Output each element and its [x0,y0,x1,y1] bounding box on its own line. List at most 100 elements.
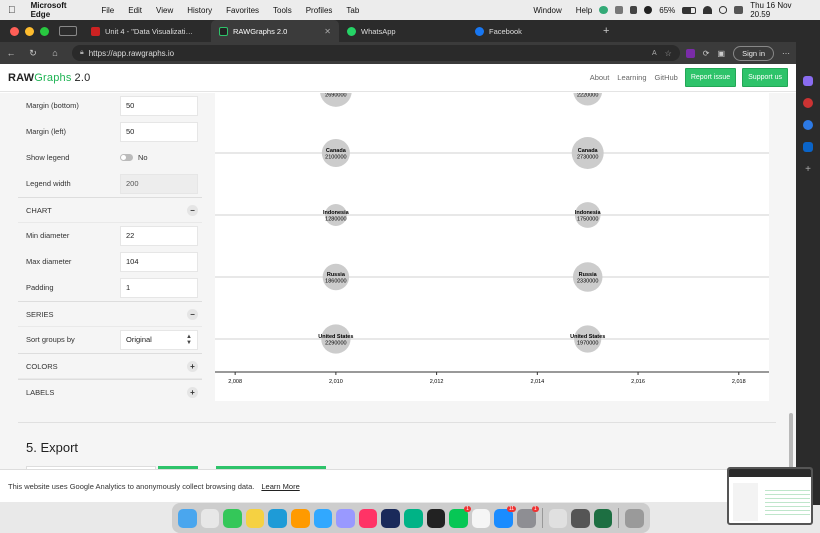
control-center-icon[interactable] [734,6,744,14]
collapse-minus-icon[interactable]: − [187,204,198,216]
tools-icon[interactable] [803,120,813,130]
tab-unit4[interactable]: Unit 4 - "Data Visualization an [83,20,211,42]
bubble-mark[interactable]: Brazil2690000 [319,75,352,107]
collapse-minus-icon[interactable]: − [187,308,198,320]
new-tab-button[interactable]: + [595,25,617,37]
sign-in-button[interactable]: Sign in [733,45,774,61]
menubar-clock[interactable]: Thu 16 Nov 20.59 [750,1,812,19]
indesign-icon[interactable] [358,508,378,528]
terminal-icon[interactable] [426,508,446,528]
nav-github-link[interactable]: GitHub [654,73,679,82]
bubble-mark[interactable]: Indonesia1280000 [323,204,350,226]
tab-facebook[interactable]: Facebook [467,20,595,42]
expand-plus-icon[interactable]: + [187,387,198,398]
box-icon[interactable] [629,6,638,14]
sync-icon[interactable]: ⟳ [703,49,710,58]
back-icon[interactable]: ← [0,48,22,58]
refresh-icon[interactable]: ↻ [22,48,44,59]
feishu-icon[interactable] [404,508,423,528]
read-aloud-icon[interactable]: A [652,50,657,57]
learn-more-link[interactable]: Learn More [261,482,299,491]
section-colors[interactable]: COLORS + [18,353,202,379]
nav-about-link[interactable]: About [589,73,611,82]
appstore-icon[interactable]: 11 [494,505,517,528]
launchpad-icon[interactable] [200,508,220,528]
max-diameter-input[interactable]: 104 [120,251,198,272]
bubble-mark[interactable]: Canada2100000 [321,138,350,168]
monitor-icon[interactable] [571,508,590,528]
rawgraphs-logo[interactable]: RAWGraphs 2.0 [8,72,90,84]
notes-icon[interactable] [245,508,265,528]
home-icon[interactable]: ⌂ [44,48,66,58]
workspaces-icon[interactable] [59,26,77,36]
menu-help[interactable]: Help [569,6,599,15]
section-chart[interactable]: CHART − [18,197,202,223]
drive-icon[interactable] [548,508,568,528]
bubble-mark[interactable]: Russia2330000 [572,262,603,292]
settings-icon[interactable]: 1 [517,505,539,528]
address-bar[interactable]: 🔒︎ https://app.rawgraphs.io A ☆ [72,45,680,61]
apple-menu-icon[interactable]:  [0,5,24,16]
more-options-icon[interactable]: ⋯ [782,49,790,58]
minimize-window-icon[interactable] [25,26,34,36]
menu-file[interactable]: File [94,6,121,15]
status-app-icon[interactable] [599,6,608,14]
show-legend-toggle[interactable] [120,154,133,161]
legend-width-input[interactable]: 200 [120,173,198,194]
wifi-icon[interactable] [702,6,712,14]
menu-profiles[interactable]: Profiles [299,6,340,15]
menu-edit[interactable]: Edit [121,6,149,15]
support-us-button[interactable]: Support us [742,68,788,87]
page-scrollbar[interactable] [789,413,793,469]
finder-icon[interactable] [177,508,197,528]
bubble-mark[interactable]: United States2290000 [318,324,353,354]
menu-window[interactable]: Window [526,6,568,15]
aftereffects-icon[interactable] [336,508,355,528]
line-icon[interactable]: 1 [449,505,471,528]
menu-favorites[interactable]: Favorites [219,6,266,15]
search-icon[interactable] [718,6,728,14]
illustrator-icon[interactable] [290,508,310,528]
menu-tools[interactable]: Tools [266,6,299,15]
collections-icon[interactable]: ▣ [718,49,726,58]
padding-input[interactable]: 1 [120,277,198,298]
tab-rawgraphs[interactable]: RAWGraphs 2.0 ✕ [211,20,339,42]
trash-icon[interactable] [625,508,645,528]
maximize-window-icon[interactable] [40,26,49,36]
clock-icon[interactable] [471,508,491,528]
shopping-icon[interactable] [803,98,813,108]
play-icon[interactable] [644,6,653,14]
sort-groups-select[interactable]: Original ▲ ▼ [120,329,198,350]
add-sidebar-icon[interactable]: + [803,164,813,175]
screenshot-thumbnail[interactable] [727,467,813,525]
bubble-mark[interactable]: United States1970000 [570,325,605,353]
margin-bottom-input[interactable]: 50 [120,95,198,116]
bubble-mark[interactable]: Indonesia1750000 [574,202,602,228]
lock-icon[interactable]: 🔒︎ [80,49,84,57]
edge-icon[interactable] [268,508,287,528]
outlook-icon[interactable] [803,142,813,152]
battery-icon[interactable] [682,6,696,14]
messages-icon[interactable] [223,508,242,528]
favorite-star-icon[interactable]: ☆ [665,49,672,58]
cinema4d-icon[interactable] [381,508,401,528]
close-tab-icon[interactable]: ✕ [324,27,331,36]
min-diameter-input[interactable]: 22 [120,225,198,246]
onenote-extension-icon[interactable] [685,48,695,58]
close-window-icon[interactable] [10,26,19,36]
copilot-icon[interactable] [803,76,813,86]
bubble-mark[interactable]: Russia1860000 [322,263,350,291]
bubble-mark[interactable]: Brazil2220000 [573,76,603,106]
section-labels[interactable]: LABELS + [18,379,202,405]
menu-history[interactable]: History [180,6,219,15]
nav-learning-link[interactable]: Learning [616,73,647,82]
camera-icon[interactable] [614,6,623,14]
menu-tab[interactable]: Tab [339,6,366,15]
expand-plus-icon[interactable]: + [187,360,198,372]
menu-view[interactable]: View [149,6,180,15]
margin-left-input[interactable]: 50 [120,121,198,142]
bubble-mark[interactable]: Canada2730000 [571,137,604,169]
menu-app-name[interactable]: Microsoft Edge [24,1,95,19]
excel-icon[interactable] [593,508,613,528]
tab-whatsapp[interactable]: WhatsApp [339,20,467,42]
